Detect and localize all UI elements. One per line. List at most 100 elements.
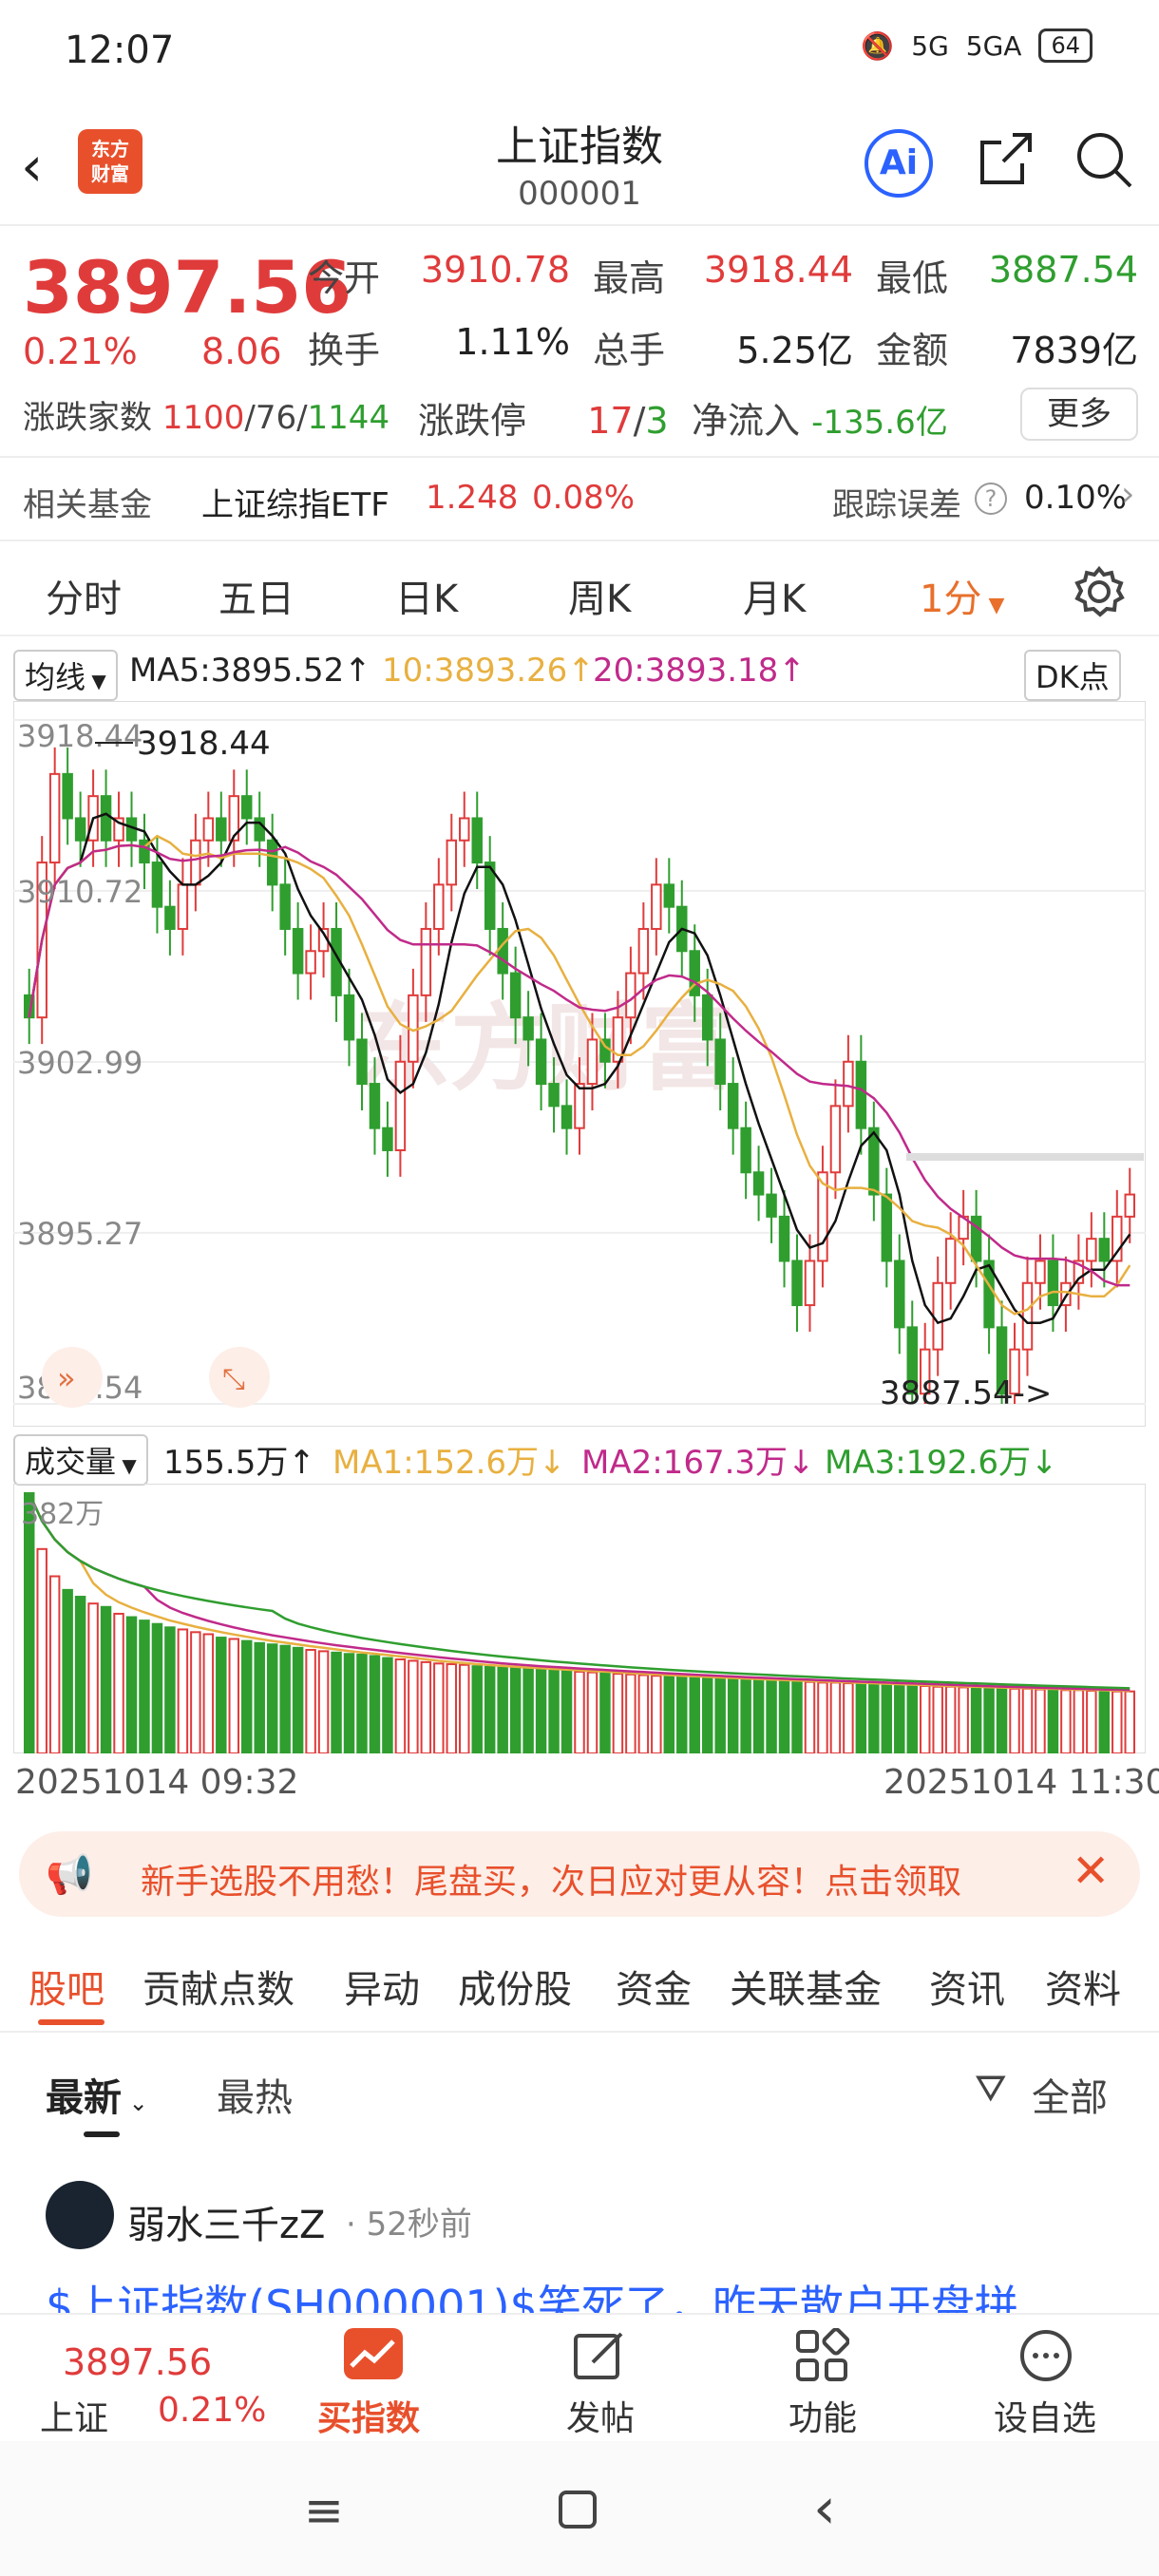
breadth-flat: 76 bbox=[255, 399, 297, 437]
more-dots-icon bbox=[1018, 2328, 1074, 2387]
megaphone-icon: 📢 bbox=[46, 1853, 93, 1897]
volume-bar bbox=[331, 1651, 342, 1753]
tab-guba[interactable]: 股吧 bbox=[28, 1959, 104, 2014]
tab-contribution[interactable]: 贡献点数 bbox=[142, 1959, 294, 2014]
post-button[interactable]: 发帖 bbox=[566, 2391, 635, 2440]
active-tab-indicator bbox=[38, 2019, 104, 2025]
candle bbox=[574, 1083, 585, 1129]
candle bbox=[394, 1060, 407, 1151]
volume-bar bbox=[932, 1685, 943, 1753]
search-icon[interactable] bbox=[1074, 129, 1134, 190]
tab-capital[interactable]: 资金 bbox=[616, 1959, 692, 2014]
volume-bar bbox=[292, 1646, 304, 1753]
volume-bar bbox=[125, 1616, 138, 1753]
candle bbox=[382, 1127, 393, 1151]
volume-bar bbox=[676, 1676, 688, 1753]
footer-pct: 0.21% bbox=[158, 2391, 267, 2430]
buy-index-button[interactable]: 买指数 bbox=[317, 2391, 420, 2440]
help-icon[interactable]: ? bbox=[975, 483, 1007, 515]
volume-bar bbox=[535, 1668, 547, 1753]
back-nav-icon[interactable]: ‹ bbox=[813, 2475, 836, 2542]
tab-related-funds[interactable]: 关联基金 bbox=[730, 1959, 882, 2014]
sort-indicator bbox=[84, 2131, 120, 2137]
volume-selector[interactable]: 成交量 ▼ bbox=[13, 1434, 148, 1486]
promo-banner[interactable]: 📢 新手选股不用愁！尾盘买，次日应对更从容！点击领取 ✕ bbox=[19, 1831, 1140, 1917]
candle bbox=[932, 1281, 943, 1351]
footer-price: 3897.56 bbox=[63, 2341, 213, 2383]
settings-gear-icon[interactable] bbox=[1074, 565, 1125, 621]
volume-bar bbox=[254, 1641, 265, 1753]
ai-button[interactable]: Ai bbox=[864, 129, 933, 198]
home-icon[interactable] bbox=[559, 2491, 597, 2529]
buy-index-icon bbox=[344, 2328, 403, 2379]
candle bbox=[100, 795, 112, 842]
post-username[interactable]: 弱水三千zZ bbox=[127, 2194, 325, 2249]
low-value: 3887.54 bbox=[988, 249, 1138, 291]
volume-bar bbox=[689, 1676, 700, 1753]
tab-movement[interactable]: 异动 bbox=[344, 1959, 420, 2014]
volume-bar bbox=[1009, 1687, 1020, 1753]
volume-bar bbox=[574, 1670, 585, 1753]
add-watchlist-button[interactable]: 设自选 bbox=[994, 2391, 1096, 2440]
volume-bar bbox=[471, 1665, 483, 1753]
volume-bar bbox=[522, 1668, 534, 1753]
candle bbox=[433, 883, 445, 930]
double-chevron-icon: » bbox=[57, 1360, 76, 1396]
ma5-value: MA5:3895.52↑ bbox=[129, 652, 371, 690]
volume-bar bbox=[663, 1675, 675, 1753]
candle bbox=[420, 927, 432, 996]
candlestick-chart[interactable]: 东方财富 3918.443910.723902.993895.273887.54… bbox=[13, 701, 1146, 1427]
tab-month-k[interactable]: 月K bbox=[743, 568, 806, 623]
candle bbox=[778, 1215, 790, 1262]
netflow-label: 净流入 bbox=[692, 400, 801, 442]
tab-constituents[interactable]: 成份股 bbox=[458, 1959, 572, 2014]
function-button[interactable]: 功能 bbox=[788, 2391, 857, 2440]
candle bbox=[279, 883, 291, 930]
volume-bar bbox=[177, 1628, 189, 1753]
volume-bar bbox=[74, 1596, 86, 1753]
close-icon[interactable]: ✕ bbox=[1072, 1845, 1110, 1898]
menu-icon[interactable]: ≡ bbox=[304, 2483, 344, 2538]
volume-bar bbox=[1124, 1690, 1135, 1753]
candle bbox=[1112, 1215, 1123, 1262]
volume-bar bbox=[894, 1684, 905, 1753]
volume-bar bbox=[139, 1619, 150, 1753]
more-button[interactable]: 更多 bbox=[1020, 388, 1138, 441]
stock-code: 000001 bbox=[518, 175, 641, 213]
sort-latest[interactable]: 最新 ⌄ bbox=[46, 2067, 148, 2122]
volume-bar bbox=[164, 1626, 176, 1753]
share-icon[interactable] bbox=[975, 129, 1036, 190]
tab-week-k[interactable]: 周K bbox=[568, 568, 631, 623]
volume-bar bbox=[651, 1675, 662, 1753]
y-tick-label: 3895.27 bbox=[17, 1216, 142, 1252]
start-time: 20251014 09:32 bbox=[15, 1763, 299, 1802]
volume-bar bbox=[394, 1658, 407, 1753]
tab-news[interactable]: 资讯 bbox=[929, 1959, 1005, 2014]
ma-selector[interactable]: 均线 ▼ bbox=[13, 650, 118, 701]
dk-points-button[interactable]: DK点 bbox=[1024, 650, 1121, 701]
candle bbox=[663, 883, 675, 908]
volume-bar bbox=[113, 1612, 124, 1753]
related-fund-row[interactable]: 相关基金 上证综指ETF 1.248 0.08% 跟踪误差 ? 0.10% › bbox=[0, 456, 1159, 541]
filter-icon[interactable]: ⛛ bbox=[975, 2067, 1007, 2111]
volume-bar bbox=[228, 1638, 240, 1753]
back-button[interactable]: ‹ bbox=[21, 133, 78, 199]
price-level-marker bbox=[906, 1153, 1144, 1161]
tab-five-day[interactable]: 五日 bbox=[218, 568, 294, 623]
candle bbox=[459, 817, 470, 842]
change-value: 8.06 bbox=[201, 331, 282, 372]
volume-bar bbox=[804, 1680, 816, 1753]
candle bbox=[164, 905, 176, 930]
tab-1-minute[interactable]: 1分 ▼ bbox=[920, 568, 1004, 623]
avatar[interactable] bbox=[46, 2181, 114, 2249]
filter-all[interactable]: 全部 bbox=[1032, 2067, 1108, 2122]
volume-chart[interactable]: 382万 bbox=[13, 1484, 1146, 1753]
tab-intraday[interactable]: 分时 bbox=[46, 568, 122, 623]
ma10-value: 10:3893.26↑ bbox=[382, 652, 595, 690]
post-text[interactable]: $上证指数(SH000001)$笑死了，昨天散户开盘拼 bbox=[46, 2272, 1148, 2314]
volume-bar bbox=[1021, 1687, 1034, 1753]
tab-profile[interactable]: 资料 bbox=[1045, 1959, 1121, 2014]
tab-day-k[interactable]: 日K bbox=[395, 568, 458, 623]
sort-hot[interactable]: 最热 bbox=[217, 2067, 293, 2122]
volume-max-label: 382万 bbox=[21, 1498, 104, 1531]
